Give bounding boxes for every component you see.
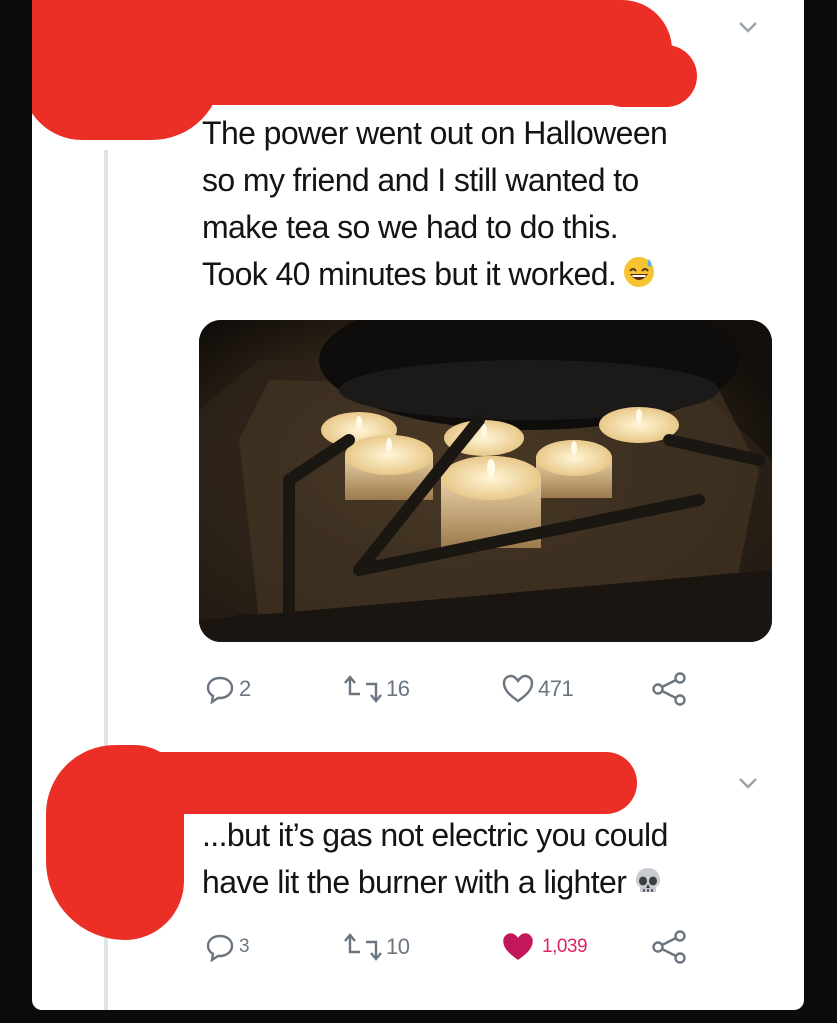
reply-icon — [206, 676, 234, 704]
redaction-username-1b — [592, 45, 697, 107]
retweet-button[interactable]: 16 — [344, 672, 410, 706]
chevron-down-icon[interactable] — [738, 776, 758, 790]
reply-count: 2 — [239, 676, 251, 701]
redaction-username-2 — [92, 752, 637, 814]
tweet-2-line: ...but it’s gas not electric you could — [202, 817, 668, 853]
reply-count: 3 — [239, 936, 250, 957]
retweet-icon — [344, 675, 382, 703]
like-count: 471 — [538, 676, 574, 701]
tweet-1-text: The power went out on Halloween so my fr… — [202, 110, 772, 298]
heart-outline-icon — [502, 674, 534, 703]
reply-button[interactable]: 3 — [205, 930, 250, 964]
retweet-button[interactable]: 10 — [344, 930, 410, 964]
like-count: 1,039 — [542, 936, 588, 957]
chevron-down-icon[interactable] — [738, 20, 758, 34]
share-icon — [652, 930, 686, 964]
share-icon — [652, 672, 686, 706]
tweet-2-text: ...but it’s gas not electric you could h… — [202, 812, 772, 906]
retweet-icon — [344, 933, 382, 961]
tweet-2-line-with-emoji: have lit the burner with a lighter — [202, 859, 772, 906]
candles-stove-image — [199, 320, 772, 642]
tweet-1-photo[interactable] — [199, 320, 772, 642]
share-button[interactable] — [650, 930, 690, 964]
tweet-1-actions: 2 16 471 — [202, 672, 762, 706]
skull-emoji-icon — [636, 868, 661, 892]
reply-button[interactable]: 2 — [205, 672, 251, 706]
tweet-1-line: so my friend and I still wanted to — [202, 162, 639, 198]
tweet-1-line: Took 40 minutes but it worked. — [202, 256, 617, 292]
reply-icon — [206, 934, 234, 962]
heart-filled-icon — [503, 933, 533, 960]
retweet-count: 10 — [386, 934, 410, 959]
tweet-1-line: make tea so we had to do this. — [202, 209, 619, 245]
like-button[interactable]: 1,039 — [502, 930, 588, 964]
tweet-1-line-with-emoji: Took 40 minutes but it worked. — [202, 251, 772, 298]
tweet-thread-card: The power went out on Halloween so my fr… — [32, 0, 804, 1010]
like-button[interactable]: 471 — [502, 672, 574, 706]
tweet-2-actions: 3 10 1,039 — [202, 930, 762, 964]
retweet-count: 16 — [386, 676, 410, 701]
tweet-1-line: The power went out on Halloween — [202, 115, 668, 151]
tweet-2-line: have lit the burner with a lighter — [202, 864, 627, 900]
share-button[interactable] — [650, 672, 690, 706]
grinning-sweat-emoji-icon — [624, 257, 655, 287]
redaction-username-1 — [32, 0, 672, 105]
